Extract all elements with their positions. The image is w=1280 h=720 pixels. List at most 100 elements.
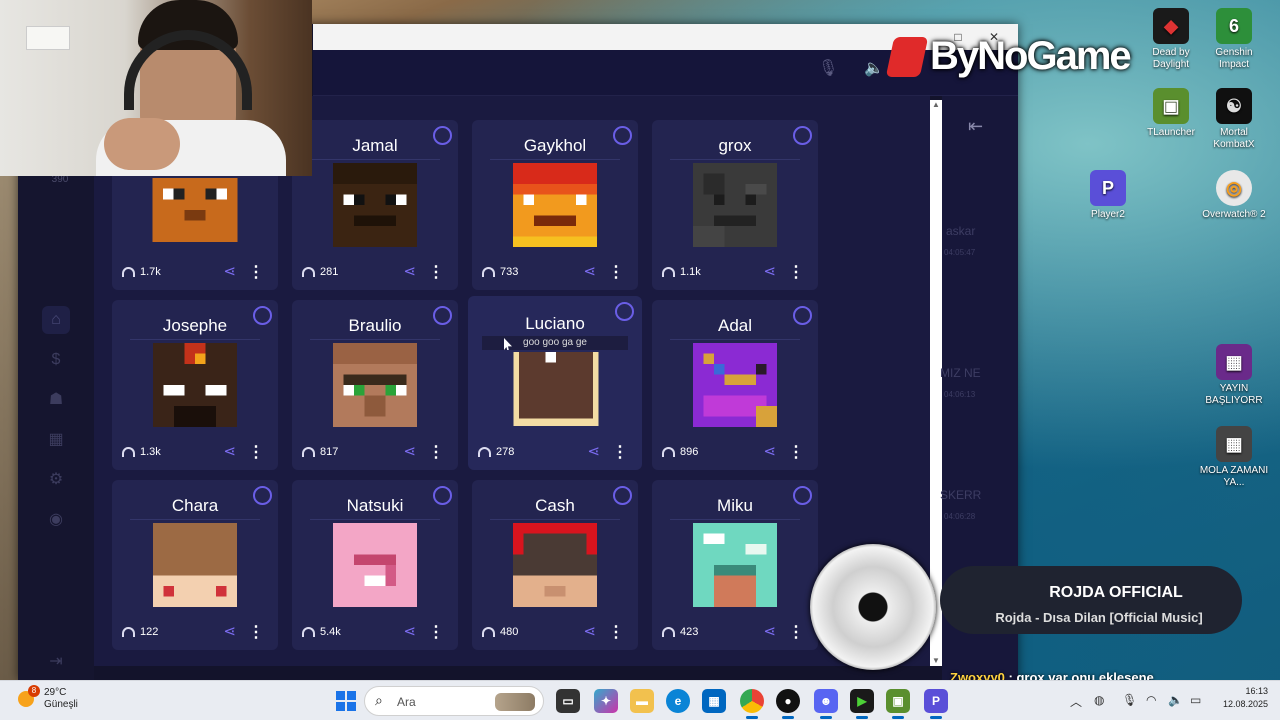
logout-icon[interactable]: ⇥	[42, 648, 70, 676]
share-icon[interactable]: ⋖	[223, 622, 236, 640]
scroll-up-arrow-icon[interactable]: ▲	[931, 100, 941, 110]
character-card[interactable]: Josephe 1.3k ⋖ ⋮	[112, 300, 278, 470]
microphone-icon[interactable]: 🎙	[818, 58, 838, 78]
more-options-icon[interactable]: ⋮	[608, 622, 624, 642]
sun-icon: 8	[18, 685, 40, 707]
desktop-icon-mortal-kombat[interactable]: ☯ Mortal KombatX	[1199, 88, 1269, 151]
desktop-icon-player2[interactable]: P Player2	[1073, 170, 1143, 221]
character-card[interactable]: Cash 480 ⋖ ⋮	[472, 480, 638, 650]
character-card-hovered[interactable]: Luciano goo goo ga ge 278 ⋖ ⋮	[468, 296, 642, 470]
search-placeholder: Ara	[397, 695, 416, 709]
more-options-icon[interactable]: ⋮	[248, 262, 264, 282]
desktop-icon-overwatch[interactable]: ◎ Overwatch® 2	[1199, 170, 1269, 221]
chrome-icon[interactable]	[740, 689, 764, 719]
settings-icon[interactable]: ⚙	[42, 466, 70, 494]
share-icon[interactable]: ⋖	[587, 442, 600, 460]
select-radio[interactable]	[433, 486, 452, 505]
volume-icon[interactable]: 🔈	[1168, 693, 1183, 707]
start-button[interactable]	[336, 691, 356, 711]
more-options-icon[interactable]: ⋮	[428, 262, 444, 282]
more-options-icon[interactable]: ⋮	[428, 622, 444, 642]
weather-widget[interactable]: 8 29°C Güneşli	[18, 685, 78, 711]
desktop-icon-yayin[interactable]: ▦ YAYIN BAŞLIYORR	[1199, 344, 1269, 407]
select-radio[interactable]	[613, 126, 632, 145]
copilot-icon[interactable]: ✦	[594, 689, 618, 713]
share-icon[interactable]: ⋖	[763, 262, 776, 280]
more-options-icon[interactable]: ⋮	[248, 442, 264, 462]
share-icon[interactable]: ⋖	[403, 442, 416, 460]
select-radio[interactable]	[613, 486, 632, 505]
more-options-icon[interactable]: ⋮	[612, 442, 628, 462]
select-radio[interactable]	[793, 486, 812, 505]
apps-icon[interactable]: ▦	[42, 426, 70, 454]
taskbar-search[interactable]: ⌕ Ara	[364, 686, 544, 716]
share-icon[interactable]: ⋖	[583, 622, 596, 640]
character-card[interactable]: Adal 896 ⋖ ⋮	[652, 300, 818, 470]
brand-text: ByNoGame	[930, 34, 1132, 78]
speaker-icon[interactable]: 🔈	[864, 58, 884, 78]
more-options-icon[interactable]: ⋮	[248, 622, 264, 642]
microphone-tray-icon[interactable]: 🎙	[1122, 693, 1137, 707]
store-icon[interactable]: ▦	[702, 689, 726, 713]
select-radio[interactable]	[615, 302, 634, 321]
share-icon[interactable]: ⋖	[583, 262, 596, 280]
select-radio[interactable]	[253, 486, 272, 505]
discord-icon[interactable]: ◉	[42, 506, 70, 534]
scrollbar-thumb[interactable]	[932, 112, 940, 660]
edge-icon[interactable]: e	[666, 689, 690, 713]
desktop-icon-tlauncher[interactable]: ▣ TLauncher	[1136, 88, 1206, 139]
webcam-overlay	[0, 0, 312, 176]
obs-icon[interactable]: ●	[776, 689, 800, 719]
character-card[interactable]: Chara 122 ⋖ ⋮	[112, 480, 278, 650]
character-card[interactable]: Jamal 281 ⋖ ⋮	[292, 120, 458, 290]
more-options-icon[interactable]: ⋮	[608, 262, 624, 282]
share-icon[interactable]: ⋖	[763, 622, 776, 640]
share-icon[interactable]: ⋖	[223, 442, 236, 460]
minecraft-icon[interactable]: ▣	[886, 689, 910, 719]
coin-icon[interactable]: $	[42, 346, 70, 374]
select-radio[interactable]	[433, 126, 452, 145]
character-card[interactable]: Gaykhol 733 ⋖ ⋮	[472, 120, 638, 290]
task-view-icon[interactable]: ▭	[556, 689, 580, 713]
bot-icon[interactable]: ☗	[42, 386, 70, 414]
share-icon[interactable]: ⋖	[763, 442, 776, 460]
desktop-icon-genshin[interactable]: 6 Genshin Impact	[1199, 8, 1269, 71]
divider	[310, 519, 440, 520]
character-card[interactable]: Miku 423 ⋖ ⋮	[652, 480, 818, 650]
select-radio[interactable]	[433, 306, 452, 325]
tray-overflow-icon[interactable]: ︿	[1070, 693, 1082, 710]
system-clock[interactable]: 16:13 12.08.2025	[1223, 685, 1268, 711]
select-radio[interactable]	[793, 126, 812, 145]
gauge-icon	[302, 267, 315, 277]
share-icon[interactable]: ⋖	[403, 622, 416, 640]
collapse-panel-icon[interactable]: ⇤	[968, 116, 983, 137]
network-app-icon[interactable]: ◍	[1094, 693, 1104, 707]
avatar	[511, 523, 599, 607]
terminal-icon[interactable]: ▶	[850, 689, 874, 719]
player2-taskbar-icon[interactable]: P	[924, 689, 948, 719]
more-options-icon[interactable]: ⋮	[788, 442, 804, 462]
avatar	[510, 352, 602, 426]
wifi-icon[interactable]: ◠	[1146, 693, 1156, 707]
home-icon[interactable]: ⌂	[42, 306, 70, 334]
streamer-hand	[104, 118, 180, 170]
share-icon[interactable]: ⋖	[403, 262, 416, 280]
more-options-icon[interactable]: ⋮	[428, 442, 444, 462]
character-card[interactable]: Natsuki 5.4k ⋖ ⋮	[292, 480, 458, 650]
scroll-down-arrow-icon[interactable]: ▼	[931, 656, 941, 666]
chat-ghost-text: SKERR	[940, 488, 982, 502]
select-radio[interactable]	[793, 306, 812, 325]
character-card[interactable]: Braulio 817 ⋖ ⋮	[292, 300, 458, 470]
share-icon[interactable]: ⋖	[223, 262, 236, 280]
more-options-icon[interactable]: ⋮	[788, 622, 804, 642]
select-radio[interactable]	[253, 306, 272, 325]
desktop-icon-dead-by-daylight[interactable]: ◆ Dead by Daylight	[1136, 8, 1206, 71]
desktop-icon-mola[interactable]: ▦ MOLA ZAMANI YA...	[1199, 426, 1269, 489]
more-options-icon[interactable]: ⋮	[788, 262, 804, 282]
discord-taskbar-icon[interactable]: ☻	[814, 689, 838, 719]
battery-icon[interactable]: ▭	[1190, 693, 1201, 707]
scrollbar[interactable]: ▲ ▼	[930, 100, 942, 666]
clock-date: 12.08.2025	[1222, 699, 1268, 709]
file-explorer-icon[interactable]: ▬	[630, 689, 654, 713]
character-card[interactable]: grox 1.1k ⋖ ⋮	[652, 120, 818, 290]
